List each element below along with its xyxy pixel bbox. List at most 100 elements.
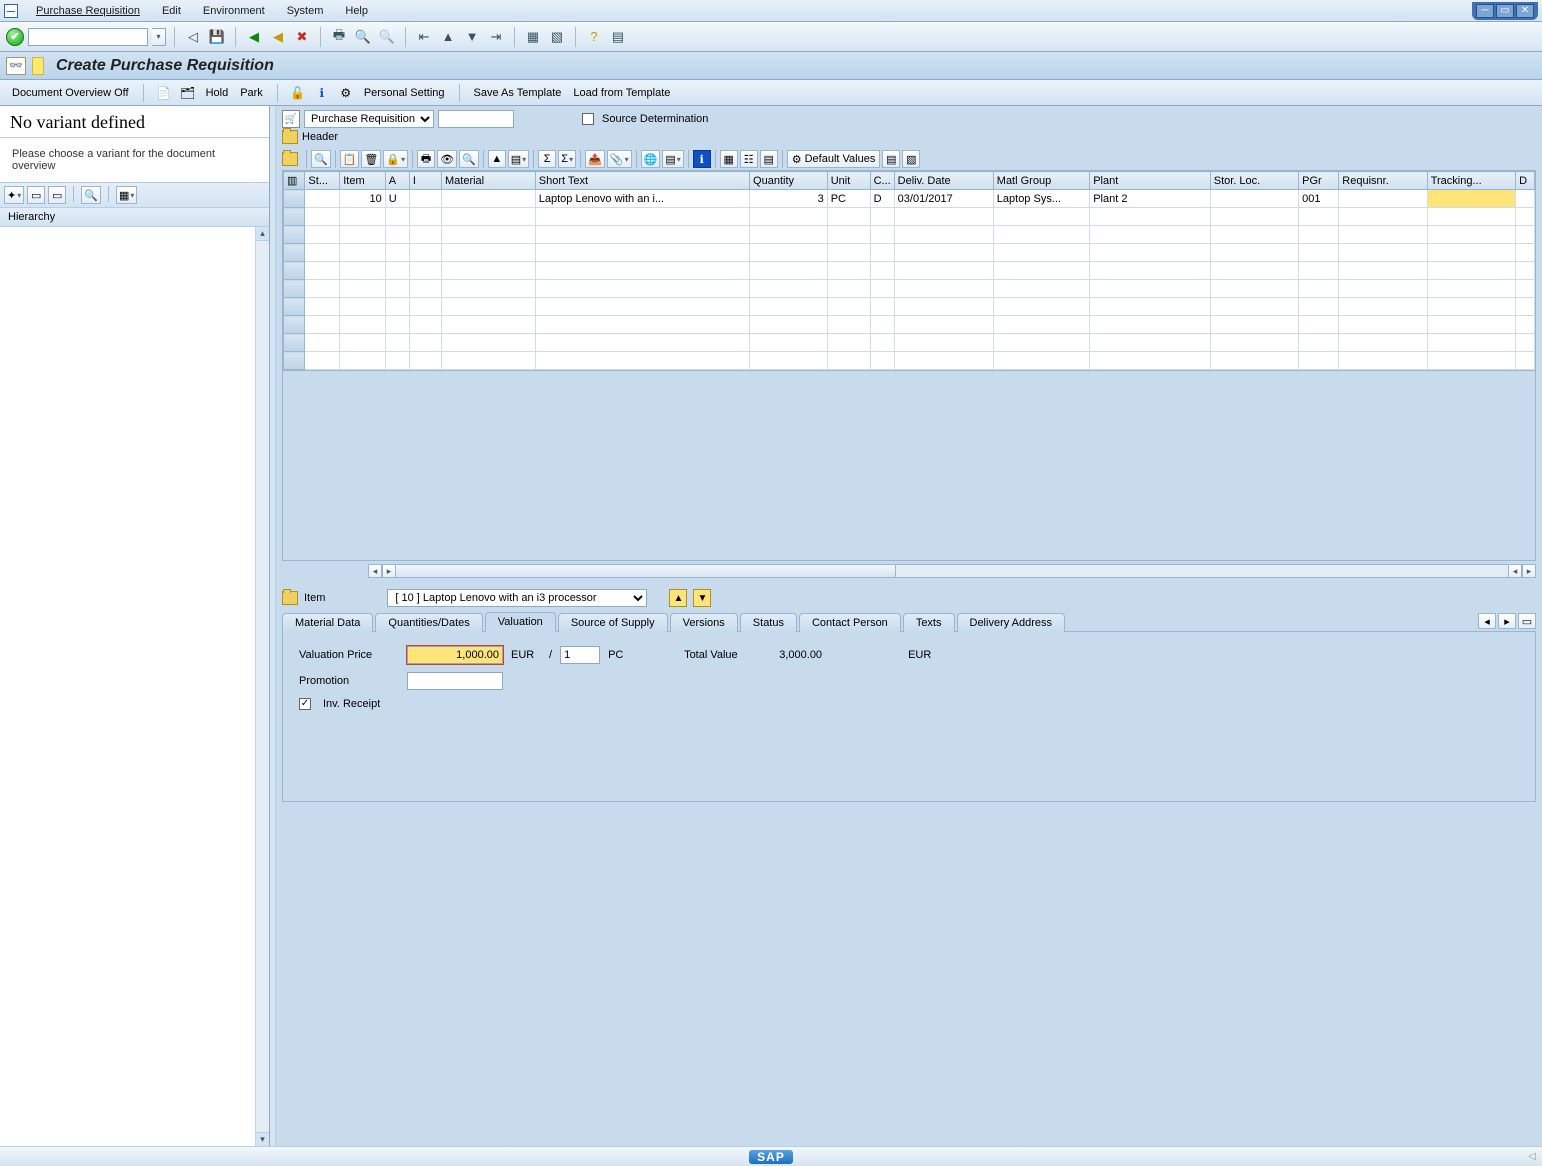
col-quantity[interactable]: Quantity (750, 172, 828, 190)
hscroll-left-icon[interactable]: ◂ (368, 564, 382, 578)
col-c[interactable]: C... (870, 172, 894, 190)
grid-subtotal-icon[interactable]: Σ▾ (558, 150, 576, 168)
grid-extra2-icon[interactable]: ▧ (902, 150, 920, 168)
source-determination-checkbox[interactable] (582, 113, 594, 125)
grid-info-icon[interactable]: ℹ (693, 150, 711, 168)
cell-matl-group[interactable]: Laptop Sys... (993, 190, 1089, 208)
col-item[interactable]: Item (340, 172, 386, 190)
pr-type-icon[interactable]: 🛒 (282, 110, 300, 128)
load-from-template-button[interactable]: Load from Template (571, 87, 672, 99)
grid-lock-icon[interactable]: 🔒▾ (383, 150, 408, 168)
tab-quantities-dates[interactable]: Quantities/Dates (375, 613, 482, 632)
hold-button[interactable]: Hold (204, 87, 231, 99)
menu-help[interactable]: Help (335, 3, 378, 19)
price-per-input[interactable] (560, 646, 600, 664)
personal-setting-button[interactable]: Personal Setting (362, 87, 447, 99)
grid-expand-icon[interactable] (282, 152, 298, 166)
enter-button[interactable]: ✔ (6, 28, 24, 46)
row-selector[interactable] (284, 190, 305, 208)
cell-status[interactable] (305, 190, 340, 208)
cell-item[interactable]: 10 (340, 190, 386, 208)
other-pr-icon[interactable]: 🗂 (180, 85, 196, 101)
doc-overview-toggle[interactable]: Document Overview Off (10, 87, 131, 99)
cell-i[interactable] (409, 190, 441, 208)
col-a[interactable]: A (385, 172, 409, 190)
table-row[interactable] (284, 352, 1535, 370)
hscroll-thumb[interactable] (396, 565, 896, 577)
col-tracking[interactable]: Tracking... (1427, 172, 1515, 190)
ov-display-icon[interactable]: ▭ (27, 186, 45, 204)
table-row[interactable] (284, 208, 1535, 226)
cell-unit[interactable]: PC (827, 190, 870, 208)
prev-page-icon[interactable]: ▲ (438, 27, 458, 47)
scroll-down-icon[interactable]: ▾ (256, 1132, 269, 1146)
tab-list-icon[interactable]: ▭ (1518, 613, 1536, 629)
table-row[interactable] (284, 316, 1535, 334)
valuation-price-input[interactable] (407, 646, 503, 664)
hscroll-track[interactable] (396, 564, 1508, 578)
grid-variant-icon[interactable]: ☷ (740, 150, 758, 168)
tab-versions[interactable]: Versions (670, 613, 738, 632)
nav-exit-icon[interactable]: ◀ (268, 27, 288, 47)
grid-display-icon[interactable]: 👁 (437, 150, 457, 168)
command-field-dropdown[interactable]: ▾ (152, 28, 166, 46)
grid-find-icon[interactable]: 🔍 (459, 150, 479, 168)
table-row[interactable] (284, 262, 1535, 280)
tab-contact-person[interactable]: Contact Person (799, 613, 901, 632)
grid-attach-icon[interactable]: 📎▾ (607, 150, 632, 168)
grid-delete-icon[interactable]: 🗑 (361, 150, 381, 168)
back-icon[interactable]: ◁ (183, 27, 203, 47)
create-session-icon[interactable]: ▦ (523, 27, 543, 47)
grid-export-icon[interactable]: 📤 (585, 150, 605, 168)
promotion-input[interactable] (407, 672, 503, 690)
grid-env-icon[interactable]: 🌐 (641, 150, 661, 168)
ov-select-icon[interactable]: ✦▾ (4, 186, 24, 204)
save-as-template-button[interactable]: Save As Template (472, 87, 564, 99)
grid-change-layout-icon[interactable]: ▤ (760, 150, 778, 168)
table-row[interactable] (284, 334, 1535, 352)
tab-scroll-left-icon[interactable]: ◂ (1478, 613, 1496, 629)
table-row[interactable] (284, 298, 1535, 316)
col-i[interactable]: I (409, 172, 441, 190)
grid-filter-icon[interactable]: ▤▾ (508, 150, 529, 168)
grid-hscroll[interactable]: ◂ ▸ ◂ ▸ (282, 563, 1536, 579)
menu-purchase-requisition[interactable]: Purchase Requisition (26, 3, 150, 19)
ov-layout-icon[interactable]: ▦▾ (116, 186, 137, 204)
tab-texts[interactable]: Texts (903, 613, 955, 632)
col-deliv-date[interactable]: Deliv. Date (894, 172, 993, 190)
grid-copy-icon[interactable]: 📋 (340, 150, 360, 168)
ov-find-icon[interactable]: 🔍 (81, 186, 101, 204)
pr-number-input[interactable] (438, 110, 514, 128)
find-next-icon[interactable]: 🔍 (377, 27, 397, 47)
col-requisnr[interactable]: Requisnr. (1339, 172, 1427, 190)
inv-receipt-checkbox[interactable] (299, 698, 311, 710)
table-row[interactable]: 10 U Laptop Lenovo with an i... 3 PC D 0… (284, 190, 1535, 208)
cell-tracking[interactable] (1427, 190, 1515, 208)
cell-quantity[interactable]: 3 (750, 190, 828, 208)
menu-system[interactable]: System (277, 3, 334, 19)
item-prev-button[interactable]: ▲ (669, 589, 687, 607)
item-select[interactable]: [ 10 ] Laptop Lenovo with an i3 processo… (387, 589, 647, 607)
first-page-icon[interactable]: ⇤ (414, 27, 434, 47)
col-material[interactable]: Material (442, 172, 536, 190)
default-values-button[interactable]: ⚙ Default Values (787, 150, 881, 168)
park-button[interactable]: Park (238, 87, 265, 99)
window-maximize-icon[interactable]: ▭ (1496, 4, 1514, 18)
table-row[interactable] (284, 226, 1535, 244)
menu-environment[interactable]: Environment (193, 3, 275, 19)
header-expand-icon[interactable] (282, 130, 298, 144)
cell-c[interactable]: D (870, 190, 894, 208)
layout-menu-icon[interactable]: ▤ (608, 27, 628, 47)
cell-requisnr[interactable] (1339, 190, 1427, 208)
grid-extra1-icon[interactable]: ▤ (882, 150, 900, 168)
cell-stor-loc[interactable] (1210, 190, 1298, 208)
table-row[interactable] (284, 280, 1535, 298)
nav-cancel-icon[interactable]: ✖ (292, 27, 312, 47)
table-row[interactable] (284, 244, 1535, 262)
ov-copy-icon[interactable]: ▭ (48, 186, 66, 204)
item-next-button[interactable]: ▼ (693, 589, 711, 607)
cell-plant[interactable]: Plant 2 (1090, 190, 1211, 208)
hscroll-left2-icon[interactable]: ◂ (1508, 564, 1522, 578)
tab-status[interactable]: Status (740, 613, 797, 632)
cell-material[interactable] (442, 190, 536, 208)
